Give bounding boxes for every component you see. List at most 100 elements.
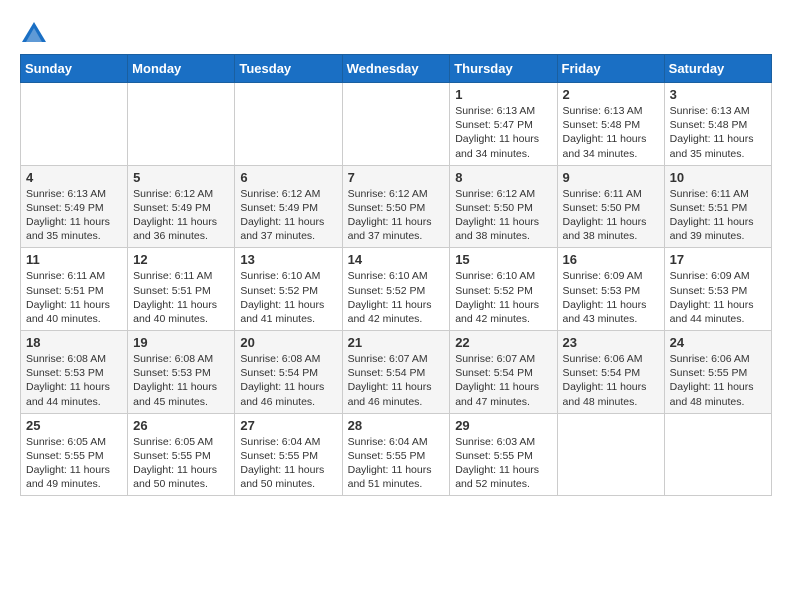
day-number: 16 (563, 252, 659, 267)
calendar-cell: 26 Sunrise: 6:05 AMSunset: 5:55 PMDayligh… (128, 413, 235, 496)
day-number: 2 (563, 87, 659, 102)
day-number: 26 (133, 418, 229, 433)
calendar-cell: 5Sunrise: 6:12 AMSunset: 5:49 PMDaylight… (128, 165, 235, 248)
calendar-cell (342, 83, 450, 166)
day-info: Sunrise: 6:11 AMSunset: 5:51 PMDaylight:… (26, 269, 122, 326)
day-number: 22 (455, 335, 551, 350)
calendar-cell: 25 Sunrise: 6:05 AMSunset: 5:55 PMDayligh… (21, 413, 128, 496)
day-of-week-header: Monday (128, 55, 235, 83)
day-info: Sunrise: 6:03 AMSunset: 5:55 PMDaylight:… (455, 435, 551, 492)
calendar-week-row: 11 Sunrise: 6:11 AMSunset: 5:51 PMDayligh… (21, 248, 772, 331)
calendar-cell: 7 Sunrise: 6:12 AMSunset: 5:50 PMDaylight… (342, 165, 450, 248)
calendar-cell: 11 Sunrise: 6:11 AMSunset: 5:51 PMDayligh… (21, 248, 128, 331)
calendar-cell: 12 Sunrise: 6:11 AMSunset: 5:51 PMDayligh… (128, 248, 235, 331)
calendar-cell: 18 Sunrise: 6:08 AMSunset: 5:53 PMDayligh… (21, 331, 128, 414)
calendar-cell: 22 Sunrise: 6:07 AMSunset: 5:54 PMDayligh… (450, 331, 557, 414)
day-number: 5 (133, 170, 229, 185)
calendar-cell: 24 Sunrise: 6:06 AMSunset: 5:55 PMDayligh… (664, 331, 771, 414)
day-info: Sunrise: 6:13 AMSunset: 5:47 PMDaylight:… (455, 104, 551, 161)
day-number: 6 (240, 170, 336, 185)
day-number: 27 (240, 418, 336, 433)
day-number: 4 (26, 170, 122, 185)
day-of-week-header: Friday (557, 55, 664, 83)
day-number: 24 (670, 335, 766, 350)
day-number: 12 (133, 252, 229, 267)
day-number: 18 (26, 335, 122, 350)
calendar-cell: 1 Sunrise: 6:13 AMSunset: 5:47 PMDaylight… (450, 83, 557, 166)
day-number: 7 (348, 170, 445, 185)
day-of-week-header: Saturday (664, 55, 771, 83)
calendar-cell: 13Sunrise: 6:10 AMSunset: 5:52 PMDayligh… (235, 248, 342, 331)
day-number: 13 (240, 252, 336, 267)
day-info: Sunrise: 6:13 AMSunset: 5:48 PMDaylight:… (563, 104, 659, 161)
calendar-cell: 4 Sunrise: 6:13 AMSunset: 5:49 PMDaylight… (21, 165, 128, 248)
day-info: Sunrise: 6:09 AMSunset: 5:53 PMDaylight:… (563, 269, 659, 326)
day-number: 14 (348, 252, 445, 267)
day-info: Sunrise: 6:05 AMSunset: 5:55 PMDaylight:… (26, 435, 122, 492)
calendar-cell: 21 Sunrise: 6:07 AMSunset: 5:54 PMDayligh… (342, 331, 450, 414)
calendar-cell: 10 Sunrise: 6:11 AMSunset: 5:51 PMDayligh… (664, 165, 771, 248)
calendar-cell (235, 83, 342, 166)
day-of-week-header: Sunday (21, 55, 128, 83)
calendar-cell: 14 Sunrise: 6:10 AMSunset: 5:52 PMDayligh… (342, 248, 450, 331)
calendar-week-row: 4 Sunrise: 6:13 AMSunset: 5:49 PMDaylight… (21, 165, 772, 248)
calendar-cell: 19Sunrise: 6:08 AMSunset: 5:53 PMDayligh… (128, 331, 235, 414)
day-number: 3 (670, 87, 766, 102)
day-info: Sunrise: 6:10 AMSunset: 5:52 PMDaylight:… (455, 269, 551, 326)
calendar-table: SundayMondayTuesdayWednesdayThursdayFrid… (20, 54, 772, 496)
calendar-cell: 15 Sunrise: 6:10 AMSunset: 5:52 PMDayligh… (450, 248, 557, 331)
calendar-cell (664, 413, 771, 496)
day-number: 1 (455, 87, 551, 102)
calendar-cell: 9 Sunrise: 6:11 AMSunset: 5:50 PMDaylight… (557, 165, 664, 248)
day-number: 21 (348, 335, 445, 350)
calendar-cell: 2 Sunrise: 6:13 AMSunset: 5:48 PMDaylight… (557, 83, 664, 166)
calendar-week-row: 25 Sunrise: 6:05 AMSunset: 5:55 PMDayligh… (21, 413, 772, 496)
day-number: 15 (455, 252, 551, 267)
calendar-cell: 8Sunrise: 6:12 AMSunset: 5:50 PMDaylight… (450, 165, 557, 248)
day-info: Sunrise: 6:12 AMSunset: 5:50 PMDaylight:… (348, 187, 445, 244)
logo-icon (20, 20, 48, 48)
calendar-cell: 17 Sunrise: 6:09 AMSunset: 5:53 PMDayligh… (664, 248, 771, 331)
day-info: Sunrise: 6:06 AMSunset: 5:55 PMDaylight:… (670, 352, 766, 409)
page-header (20, 20, 772, 48)
day-info: Sunrise: 6:11 AMSunset: 5:51 PMDaylight:… (133, 269, 229, 326)
day-info: Sunrise: 6:13 AMSunset: 5:49 PMDaylight:… (26, 187, 122, 244)
calendar-cell (21, 83, 128, 166)
day-number: 19 (133, 335, 229, 350)
calendar-cell: 20 Sunrise: 6:08 AMSunset: 5:54 PMDayligh… (235, 331, 342, 414)
day-info: Sunrise: 6:08 AMSunset: 5:54 PMDaylight:… (240, 352, 336, 409)
day-info: Sunrise: 6:07 AMSunset: 5:54 PMDaylight:… (455, 352, 551, 409)
calendar-cell: 28 Sunrise: 6:04 AMSunset: 5:55 PMDayligh… (342, 413, 450, 496)
calendar-header-row: SundayMondayTuesdayWednesdayThursdayFrid… (21, 55, 772, 83)
day-number: 29 (455, 418, 551, 433)
day-info: Sunrise: 6:12 AMSunset: 5:49 PMDaylight:… (240, 187, 336, 244)
day-number: 17 (670, 252, 766, 267)
day-of-week-header: Thursday (450, 55, 557, 83)
day-number: 10 (670, 170, 766, 185)
day-info: Sunrise: 6:13 AMSunset: 5:48 PMDaylight:… (670, 104, 766, 161)
day-info: Sunrise: 6:07 AMSunset: 5:54 PMDaylight:… (348, 352, 445, 409)
day-info: Sunrise: 6:10 AMSunset: 5:52 PMDaylight:… (348, 269, 445, 326)
day-number: 20 (240, 335, 336, 350)
logo (20, 20, 52, 48)
day-info: Sunrise: 6:11 AMSunset: 5:51 PMDaylight:… (670, 187, 766, 244)
day-info: Sunrise: 6:05 AMSunset: 5:55 PMDaylight:… (133, 435, 229, 492)
day-number: 23 (563, 335, 659, 350)
day-info: Sunrise: 6:04 AMSunset: 5:55 PMDaylight:… (240, 435, 336, 492)
day-info: Sunrise: 6:04 AMSunset: 5:55 PMDaylight:… (348, 435, 445, 492)
day-number: 11 (26, 252, 122, 267)
day-of-week-header: Tuesday (235, 55, 342, 83)
day-info: Sunrise: 6:06 AMSunset: 5:54 PMDaylight:… (563, 352, 659, 409)
calendar-cell: 3 Sunrise: 6:13 AMSunset: 5:48 PMDaylight… (664, 83, 771, 166)
day-number: 25 (26, 418, 122, 433)
calendar-cell: 27 Sunrise: 6:04 AMSunset: 5:55 PMDayligh… (235, 413, 342, 496)
calendar-cell: 29 Sunrise: 6:03 AMSunset: 5:55 PMDayligh… (450, 413, 557, 496)
day-info: Sunrise: 6:08 AMSunset: 5:53 PMDaylight:… (26, 352, 122, 409)
day-number: 28 (348, 418, 445, 433)
calendar-cell: 23 Sunrise: 6:06 AMSunset: 5:54 PMDayligh… (557, 331, 664, 414)
day-number: 9 (563, 170, 659, 185)
calendar-week-row: 18 Sunrise: 6:08 AMSunset: 5:53 PMDayligh… (21, 331, 772, 414)
calendar-cell (128, 83, 235, 166)
day-info: Sunrise: 6:11 AMSunset: 5:50 PMDaylight:… (563, 187, 659, 244)
day-info: Sunrise: 6:09 AMSunset: 5:53 PMDaylight:… (670, 269, 766, 326)
